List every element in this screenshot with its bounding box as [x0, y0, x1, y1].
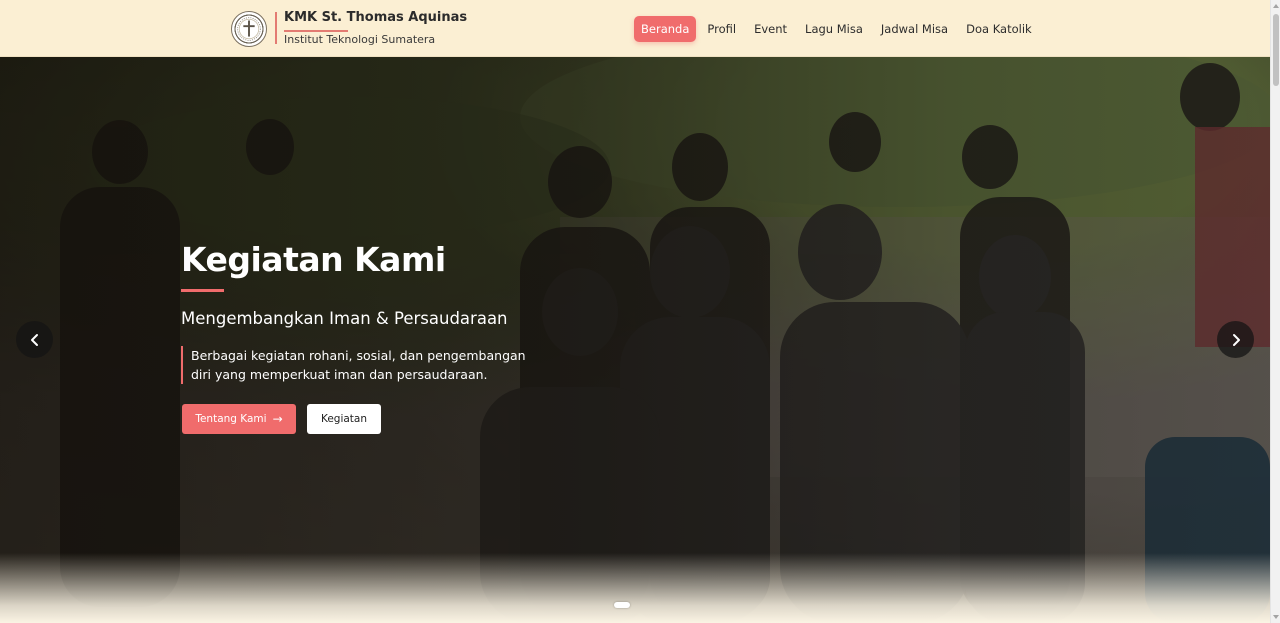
logo-seal-icon[interactable] — [231, 11, 267, 47]
nav-item-doa-katolik[interactable]: Doa Katolik — [959, 16, 1039, 42]
hero-carousel: Kegiatan Kami Mengembangkan Iman & Persa… — [0, 57, 1270, 623]
brand-underline — [284, 30, 348, 32]
nav-item-lagu-misa[interactable]: Lagu Misa — [798, 16, 870, 42]
main-nav: Beranda Profil Event Lagu Misa Jadwal Mi… — [634, 15, 1039, 42]
page-scrollbar[interactable] — [1270, 0, 1280, 623]
carousel-prev-button[interactable] — [16, 321, 53, 358]
nav-item-beranda[interactable]: Beranda — [634, 15, 697, 42]
hero-title: Kegiatan Kami — [181, 240, 446, 279]
scroll-down-icon[interactable] — [1273, 615, 1279, 619]
hero-title-accent — [181, 289, 224, 292]
tentang-kami-label: Tentang Kami — [195, 413, 267, 425]
brand-title[interactable]: KMK St. Thomas Aquinas — [284, 10, 467, 25]
kegiatan-button[interactable]: Kegiatan — [307, 404, 381, 434]
carousel-indicator-active[interactable] — [614, 602, 630, 608]
site-header: KMK St. Thomas Aquinas Institut Teknolog… — [0, 0, 1270, 57]
brand-divider — [275, 12, 277, 44]
hero-bottom-fade — [0, 553, 1270, 623]
hero-description: Berbagai kegiatan rohani, sosial, dan pe… — [181, 346, 526, 384]
brand-subtitle: Institut Teknologi Sumatera — [284, 33, 436, 46]
cross-icon — [237, 17, 261, 41]
hero-overlay — [0, 57, 1270, 623]
nav-item-profil[interactable]: Profil — [700, 16, 743, 42]
carousel-next-button[interactable] — [1217, 321, 1254, 358]
chevron-left-icon — [30, 333, 38, 346]
tentang-kami-button[interactable]: Tentang Kami → — [182, 404, 296, 434]
chevron-right-icon — [1232, 333, 1240, 346]
scroll-thumb[interactable] — [1273, 14, 1279, 86]
scroll-up-icon[interactable] — [1273, 4, 1279, 8]
nav-item-jadwal-misa[interactable]: Jadwal Misa — [874, 16, 955, 42]
nav-item-event[interactable]: Event — [747, 16, 794, 42]
hero-subtitle: Mengembangkan Iman & Persaudaraan — [181, 309, 508, 328]
arrow-right-icon: → — [272, 412, 283, 426]
